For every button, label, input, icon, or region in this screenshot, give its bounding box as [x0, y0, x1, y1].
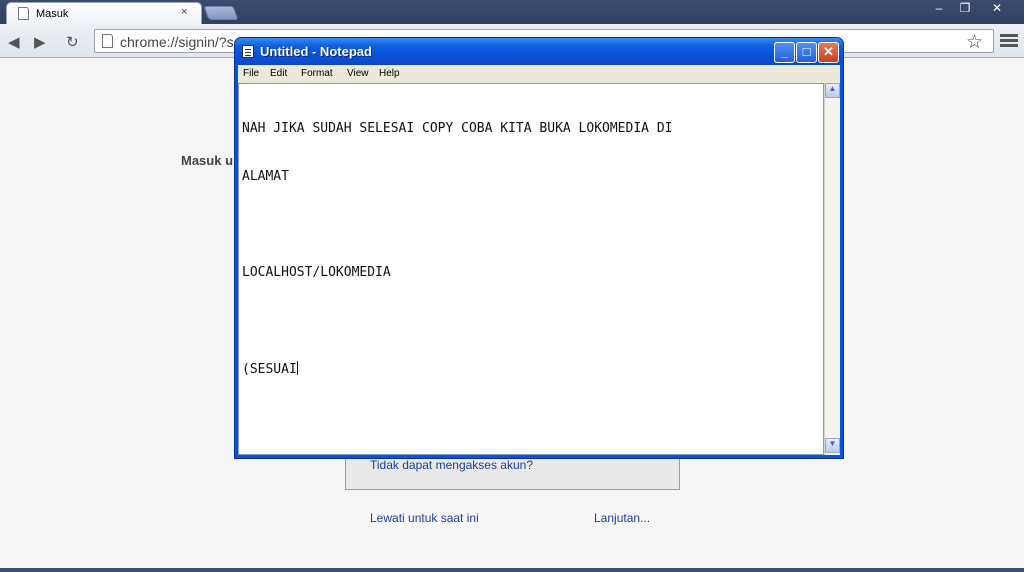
- text-caret: [296, 361, 298, 375]
- page-icon: [18, 7, 29, 20]
- skip-for-now-link[interactable]: Lewati untuk saat ini: [370, 511, 479, 525]
- notepad-scrollbar[interactable]: ▲ ▼: [824, 83, 840, 455]
- text-line: ALAMAT: [242, 169, 289, 184]
- notepad-titlebar[interactable]: Untitled - Notepad _ □ ✕: [235, 38, 843, 65]
- notepad-text-area[interactable]: NAH JIKA SUDAH SELESAI COPY COBA KITA BU…: [238, 83, 824, 455]
- reload-button[interactable]: ↻: [66, 33, 79, 51]
- notepad-menubar: File Edit Format View Help: [238, 65, 840, 83]
- signin-heading: Masuk u: [181, 153, 234, 168]
- address-url[interactable]: chrome://signin/?s: [120, 34, 234, 50]
- notepad-title: Untitled - Notepad: [260, 44, 372, 59]
- menu-format[interactable]: Format: [301, 68, 333, 79]
- text-line: NAH JIKA SUDAH SELESAI COPY COBA KITA BU…: [242, 121, 673, 136]
- text-line: [242, 217, 818, 233]
- back-button[interactable]: ◀: [8, 33, 20, 51]
- menu-icon[interactable]: [1000, 32, 1018, 50]
- tab-close-icon[interactable]: ×: [181, 6, 187, 18]
- tab-title: Masuk: [36, 8, 69, 20]
- bookmark-star-icon[interactable]: ☆: [966, 31, 983, 54]
- text-line: (SESUAI: [242, 362, 297, 377]
- advanced-link[interactable]: Lanjutan...: [594, 511, 650, 525]
- new-tab-button[interactable]: [203, 6, 239, 20]
- notepad-close-button[interactable]: ✕: [818, 42, 839, 63]
- menu-edit[interactable]: Edit: [270, 68, 287, 79]
- text-line: [242, 313, 818, 329]
- notepad-minimize-button[interactable]: _: [774, 42, 795, 63]
- window-bottom-border: [0, 568, 1024, 572]
- signin-box: Tidak dapat mengakses akun?: [345, 458, 680, 490]
- minimize-button[interactable]: –: [926, 0, 952, 18]
- page-icon: [102, 34, 113, 48]
- text-line-current: (SESUAI: [242, 361, 818, 378]
- menu-view[interactable]: View: [347, 68, 369, 79]
- menu-help[interactable]: Help: [379, 68, 400, 79]
- browser-titlebar: Masuk × – ❐ ✕: [0, 0, 1024, 24]
- scroll-up-icon[interactable]: ▲: [825, 83, 840, 98]
- close-button[interactable]: ✕: [984, 0, 1010, 18]
- notepad-content: NAH JIKA SUDAH SELESAI COPY COBA KITA BU…: [242, 89, 818, 410]
- text-line: LOCALHOST/LOKOMEDIA: [242, 265, 391, 280]
- scroll-down-icon[interactable]: ▼: [825, 438, 840, 453]
- notepad-icon: [242, 45, 254, 58]
- browser-tab[interactable]: Masuk ×: [6, 2, 202, 24]
- cant-access-account-link[interactable]: Tidak dapat mengakses akun?: [370, 458, 533, 472]
- notepad-window[interactable]: Untitled - Notepad _ □ ✕ File Edit Forma…: [234, 37, 844, 459]
- menu-file[interactable]: File: [243, 68, 259, 79]
- forward-button[interactable]: ▶: [34, 33, 46, 51]
- notepad-maximize-button[interactable]: □: [796, 42, 817, 63]
- restore-button[interactable]: ❐: [952, 0, 978, 18]
